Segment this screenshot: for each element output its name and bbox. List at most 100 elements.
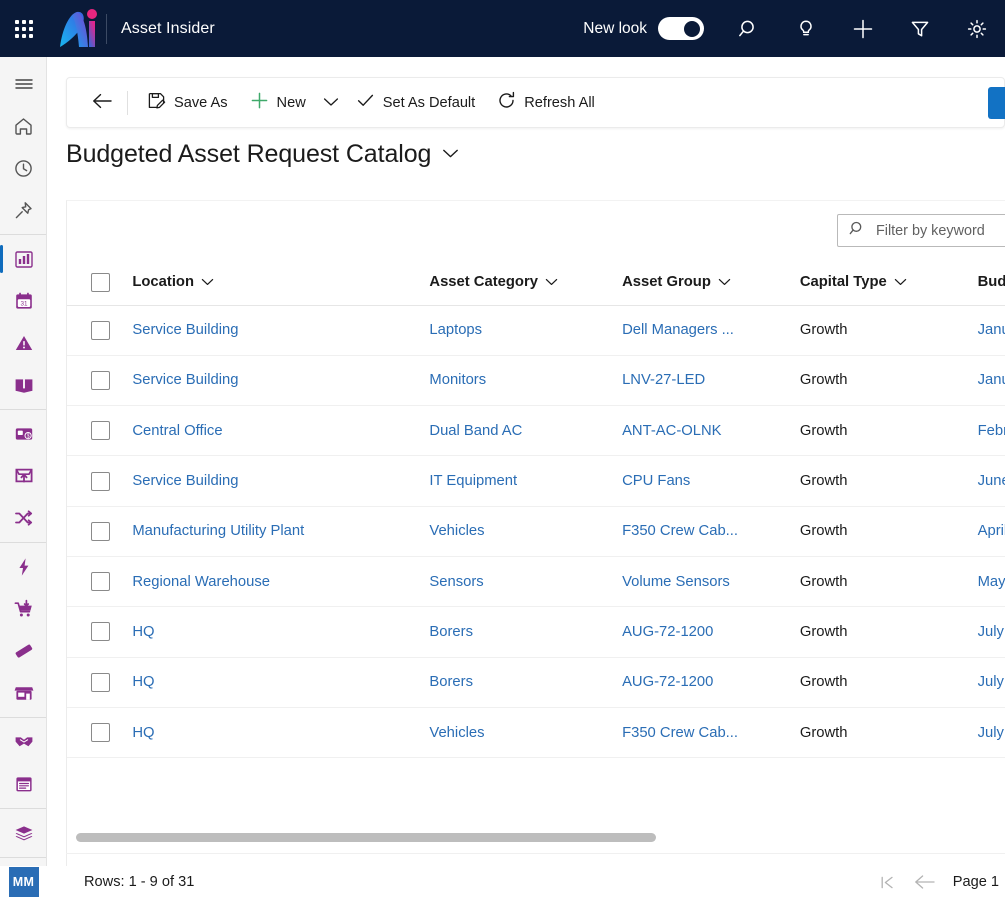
table-row[interactable]: HQ Borers AUG-72-1200 Growth July 2025 [67,606,1005,658]
cell-location[interactable]: HQ [132,606,430,658]
cell-budget_month[interactable]: February 2025 [977,405,1005,457]
scrollbar-thumb[interactable] [76,833,656,842]
sidebar-item-budgets[interactable]: $ [0,413,47,455]
cell-value[interactable]: Vehicles [429,725,484,741]
cell-budget_month[interactable]: July 2025 [977,606,1005,658]
cell-value[interactable]: LNV-27-LED [622,372,705,388]
cell-value[interactable]: CPU Fans [622,473,690,489]
sidebar-item-recent[interactable] [0,147,47,189]
cell-budget_month[interactable]: July 2025 [977,707,1005,759]
sidebar-item-home[interactable] [0,105,47,147]
cell-value[interactable]: January 2025 [978,322,1005,338]
cell-value[interactable]: Central Office [132,423,222,439]
cell-value[interactable]: Regional Warehouse [132,574,270,590]
cell-value[interactable]: May 2025 [978,574,1005,590]
cell-asset_category[interactable]: Borers [429,606,623,658]
sidebar-item-pinned[interactable] [0,189,47,231]
cell-location[interactable]: Service Building [132,455,430,507]
cell-value[interactable]: AUG-72-1200 [622,674,713,690]
search-icon[interactable] [720,0,777,57]
cell-value[interactable]: Borers [429,674,473,690]
cell-budget_month[interactable]: April 2025 [977,506,1005,557]
cell-location[interactable]: Service Building [132,305,430,356]
cell-budget_month[interactable]: June 2025 [977,455,1005,507]
cell-asset_category[interactable]: IT Equipment [429,455,623,507]
cell-budget_month[interactable]: July 2025 [977,657,1005,708]
cell-asset_category[interactable]: Monitors [429,355,623,407]
table-row[interactable]: HQ Borers AUG-72-1200 Growth July 2025 [67,657,1005,708]
cell-location[interactable]: HQ [132,657,430,708]
table-row[interactable]: Service Building Monitors LNV-27-LED Growth… [67,355,1005,407]
row-checkbox[interactable] [91,521,110,541]
page-title-row[interactable]: Budgeted Asset Request Catalog [66,140,459,169]
cell-value[interactable]: Sensors [429,574,483,590]
sidebar-item-dashboards[interactable] [0,238,47,280]
select-all-checkbox[interactable] [91,272,110,292]
cell-value[interactable]: HQ [132,624,154,640]
cell-value[interactable]: Service Building [132,473,238,489]
lightbulb-icon[interactable] [777,0,834,57]
cell-value[interactable]: July 2025 [978,674,1005,690]
sidebar-item-vendors[interactable] [0,672,47,714]
cell-value[interactable]: January 2025 [978,372,1005,388]
first-page-icon[interactable] [879,875,896,890]
sidebar-item-utilities[interactable] [0,546,47,588]
cell-asset_category[interactable]: Dual Band AC [429,405,623,457]
row-checkbox[interactable] [91,672,110,692]
new-button[interactable]: New [239,84,317,122]
cell-location[interactable]: Manufacturing Utility Plant [132,506,430,557]
cell-location[interactable]: HQ [132,707,430,759]
column-header-capital-type[interactable]: Capital Type [799,260,978,306]
table-row[interactable]: Regional Warehouse Sensors Volume Sensors G… [67,556,1005,608]
cell-value[interactable]: July 2025 [978,725,1005,741]
cell-value[interactable]: Service Building [132,372,238,388]
cell-budget_month[interactable]: January 2025 [977,305,1005,356]
back-button[interactable] [81,84,123,122]
cell-value[interactable]: April 2025 [978,523,1005,539]
cell-asset_group[interactable]: Dell Managers ... [622,305,800,356]
cell-asset_category[interactable]: Vehicles [429,506,623,557]
cell-asset_category[interactable]: Sensors [429,556,623,608]
plus-icon[interactable] [834,0,891,57]
cell-location[interactable]: Service Building [132,355,430,407]
sidebar-item-transfers[interactable] [0,497,47,539]
cell-asset_group[interactable]: AUG-72-1200 [622,657,800,708]
column-header-asset-group[interactable]: Asset Group [622,260,800,306]
cell-asset_group[interactable]: AUG-72-1200 [622,606,800,658]
filter-input[interactable] [876,222,1005,239]
cell-value[interactable]: July 2025 [978,624,1005,640]
row-checkbox[interactable] [91,370,110,390]
table-row[interactable]: HQ Vehicles F350 Crew Cab... Growth July 202… [67,707,1005,759]
table-row[interactable]: Service Building IT Equipment CPU Fans Grow… [67,455,1005,507]
cell-asset_group[interactable]: ANT-AC-OLNK [622,405,800,457]
cell-location[interactable]: Central Office [132,405,430,457]
cell-value[interactable]: Monitors [429,372,486,388]
ai-brand-logo[interactable] [52,0,104,57]
cell-value[interactable]: February 2025 [978,423,1005,439]
row-checkbox[interactable] [91,622,110,642]
cell-value[interactable]: AUG-72-1200 [622,624,713,640]
user-avatar[interactable]: MM [0,861,47,903]
table-row[interactable]: Central Office Dual Band AC ANT-AC-OLNK Gro… [67,405,1005,457]
previous-page-arrow-icon[interactable] [913,874,936,890]
sidebar-item-agreements[interactable] [0,721,47,763]
cell-value[interactable]: Vehicles [429,523,484,539]
sidebar-item-tags[interactable] [0,630,47,672]
cell-value[interactable]: June 2025 [978,473,1005,489]
cell-budget_month[interactable]: May 2025 [977,556,1005,608]
cell-value[interactable]: HQ [132,674,154,690]
cell-asset_group[interactable]: Volume Sensors [622,556,800,608]
cell-budget_month[interactable]: January 2025 [977,355,1005,407]
cell-asset_group[interactable]: LNV-27-LED [622,355,800,407]
save-as-button[interactable]: Save As [136,84,239,122]
sidebar-item-assets[interactable] [0,812,47,854]
filter-icon[interactable] [891,0,948,57]
cell-asset_group[interactable]: F350 Crew Cab... [622,707,800,759]
row-checkbox[interactable] [91,471,110,491]
cell-value[interactable]: Volume Sensors [622,574,730,590]
horizontal-scrollbar[interactable] [76,833,996,845]
cell-value[interactable]: Manufacturing Utility Plant [132,523,304,539]
column-header-asset-category[interactable]: Asset Category [429,260,623,306]
table-row[interactable]: Service Building Laptops Dell Managers ...… [67,305,1005,356]
cell-value[interactable]: Service Building [132,322,238,338]
